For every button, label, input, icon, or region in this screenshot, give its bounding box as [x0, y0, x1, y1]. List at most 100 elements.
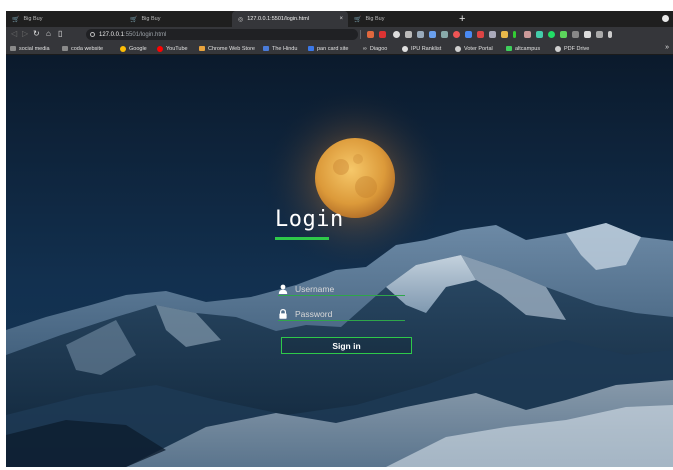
login-title: Login [275, 207, 344, 232]
bookmark-label: Google [129, 45, 147, 52]
site-icon [308, 46, 314, 51]
folder-icon [10, 46, 16, 51]
username-input[interactable] [295, 283, 400, 294]
bookmark-label: IPU Ranklist [411, 45, 442, 52]
home-icon[interactable]: ⌂ [46, 29, 51, 39]
altcampus-icon [506, 46, 512, 51]
tab-strip: 🛒 Big Buy 🛒 Big Buy ◎ 127.0.0.1:5501/log… [6, 11, 673, 27]
extension-circle-icon[interactable] [393, 31, 400, 38]
tab-big-buy-3[interactable]: 🛒 Big Buy [348, 11, 456, 27]
tab-title: Big Buy [141, 16, 161, 22]
extension-tab-icon[interactable] [441, 31, 448, 38]
bookmark-label: Chrome Web Store [208, 45, 255, 52]
toolbar-divider [360, 30, 361, 39]
new-tab-button[interactable]: + [459, 12, 465, 26]
tab-big-buy-2[interactable]: 🛒 Big Buy [124, 11, 232, 27]
bookmark-pdf-drive[interactable]: PDF Drive [555, 44, 589, 53]
reading-list-icon[interactable] [596, 31, 603, 38]
tab-login-page[interactable]: ◎ 127.0.0.1:5501/login.html × [232, 11, 348, 27]
site-info-icon[interactable] [90, 32, 95, 37]
bookmark-diagoo[interactable]: ∞ Diagoo [363, 44, 387, 53]
extension-cookie-icon[interactable] [524, 31, 531, 38]
extension-alert-icon[interactable] [379, 31, 386, 38]
bookmark-the-hindu[interactable]: The Hindu [263, 44, 297, 53]
extension-pin-icon[interactable] [477, 31, 484, 38]
bookmarks-bar: social media coda website Google YouTube… [6, 42, 673, 55]
login-form: Login Sign in [275, 207, 415, 354]
extension-grid-icon[interactable] [417, 31, 424, 38]
news-icon [263, 46, 269, 51]
bookmark-label: YouTube [166, 45, 188, 52]
google-icon [120, 45, 126, 52]
address-host: 127.0.0.1 [99, 31, 125, 38]
extension-grammar-icon[interactable] [548, 31, 555, 38]
cart-icon: 🛒 [354, 16, 362, 23]
extension-screen-icon[interactable] [489, 31, 496, 38]
extension-gray-icon[interactable] [572, 31, 579, 38]
bookmark-label: altcampus [515, 45, 541, 52]
browser-menu-icon[interactable] [662, 15, 669, 22]
browser-window: 🛒 Big Buy 🛒 Big Buy ◎ 127.0.0.1:5501/log… [6, 11, 673, 467]
bookmark-label: Voter Portal [464, 45, 493, 52]
bookmark-label: pan card site [317, 45, 349, 52]
folder-icon [62, 46, 68, 51]
back-icon[interactable]: ◁ [11, 29, 17, 39]
user-icon [278, 284, 288, 294]
bookmark-label: Diagoo [369, 45, 388, 52]
forward-icon[interactable]: ▷ [22, 29, 28, 39]
bookmark-label: coda website [71, 45, 104, 52]
tab-title: 127.0.0.1:5501/login.html [247, 16, 310, 22]
background-scene [6, 55, 673, 467]
bookmark-coda-website[interactable]: coda website [62, 44, 103, 53]
menu-icon[interactable] [608, 31, 612, 38]
bookmark-label: The Hindu [272, 45, 298, 52]
bookmark-voter-portal[interactable]: Voter Portal [455, 44, 493, 53]
browser-toolbar: ◁ ▷ ↻ ⌂ ▯ 127.0.0.1:5501/login.html [6, 27, 673, 42]
extension-green-icon[interactable] [513, 31, 516, 38]
extension-teal-icon[interactable] [536, 31, 543, 38]
reload-icon[interactable]: ↻ [33, 29, 40, 39]
webstore-icon [199, 46, 205, 51]
moon [315, 138, 395, 218]
bookmarks-overflow-icon[interactable]: » [665, 44, 669, 51]
infinity-icon: ∞ [363, 45, 367, 52]
extension-translate-icon[interactable] [429, 31, 436, 38]
extension-shield-icon[interactable] [367, 31, 374, 38]
bookmark-ipu-ranklist[interactable]: IPU Ranklist [402, 44, 441, 53]
username-field[interactable] [278, 282, 405, 296]
tab-title: Big Buy [23, 16, 43, 22]
extension-chat-icon[interactable] [560, 31, 567, 38]
cart-icon: 🛒 [130, 16, 138, 23]
address-bar[interactable]: 127.0.0.1:5501/login.html [86, 29, 358, 40]
password-field[interactable] [278, 307, 405, 321]
extension-blue-icon[interactable] [465, 31, 472, 38]
globe-icon: ◎ [238, 16, 244, 23]
extensions-puzzle-icon[interactable] [584, 31, 591, 38]
extension-red-icon[interactable] [453, 31, 460, 38]
sign-in-button[interactable]: Sign in [281, 337, 412, 354]
close-tab-icon[interactable]: × [339, 16, 343, 22]
cart-icon: 🛒 [12, 16, 20, 23]
rank-icon [402, 45, 408, 52]
bookmark-youtube[interactable]: YouTube [157, 44, 188, 53]
bookmark-label: PDF Drive [564, 45, 590, 52]
password-input[interactable] [295, 308, 400, 319]
extension-pause-icon[interactable] [405, 31, 412, 38]
youtube-icon [157, 45, 163, 52]
page-viewport: Login Sign in [6, 55, 673, 467]
tab-title: Big Buy [365, 16, 385, 22]
bookmark-social-media[interactable]: social media [10, 44, 50, 53]
address-path: :5501/login.html [124, 31, 167, 38]
bookmark-label: social media [19, 45, 50, 52]
bookmark-pan-card-site[interactable]: pan card site [308, 44, 349, 53]
lock-icon [279, 308, 287, 319]
bookmark-altcampus[interactable]: altcampus [506, 44, 540, 53]
bookmark-page-icon[interactable]: ▯ [58, 29, 62, 39]
title-underline [275, 237, 329, 240]
globe-icon [455, 45, 461, 52]
drive-icon [555, 45, 561, 52]
extension-yellow-icon[interactable] [501, 31, 508, 38]
tab-big-buy-1[interactable]: 🛒 Big Buy [6, 11, 124, 27]
bookmark-chrome-web-store[interactable]: Chrome Web Store [199, 44, 255, 53]
bookmark-google[interactable]: Google [120, 44, 147, 53]
